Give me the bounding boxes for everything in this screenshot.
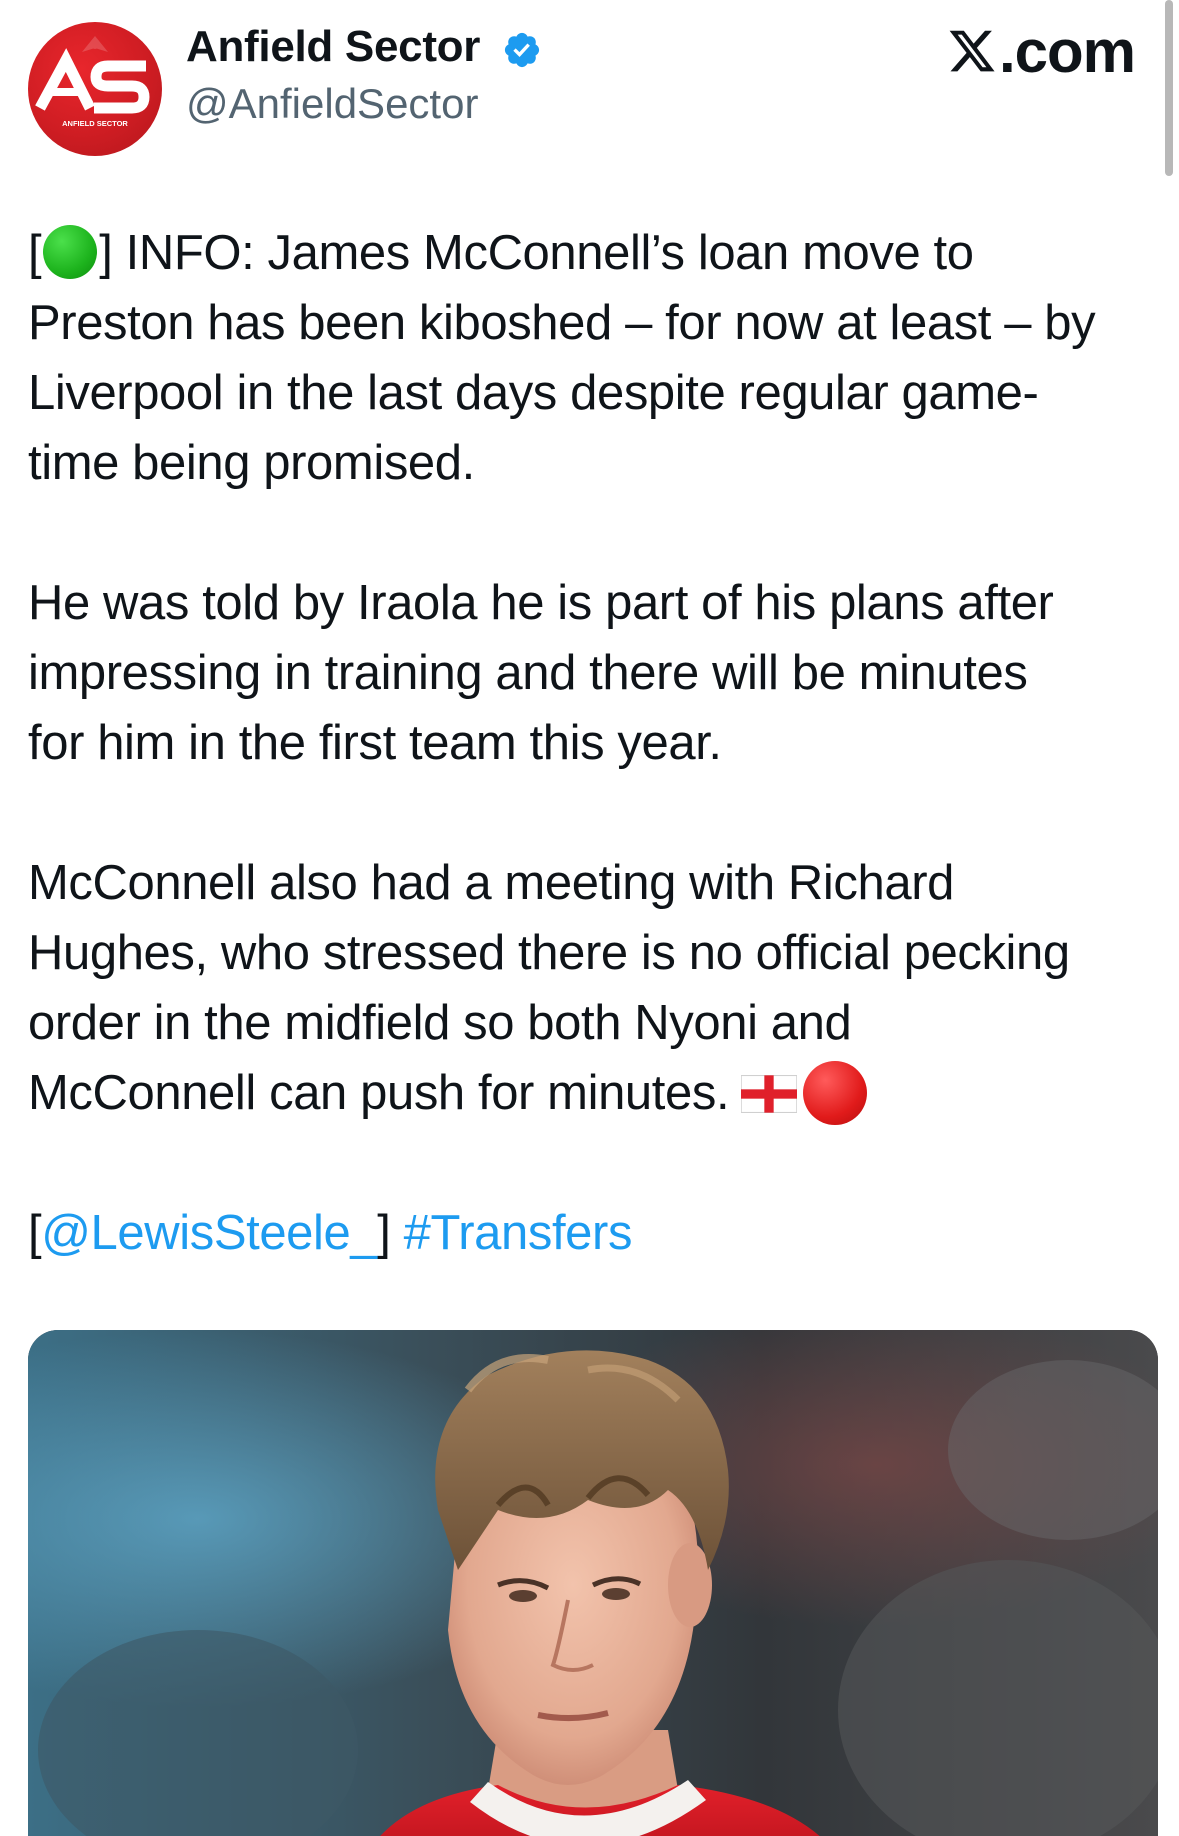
- tweet-paragraph-4: [@LewisSteele_] #Transfers: [28, 1198, 1158, 1268]
- site-label: .com: [998, 17, 1136, 85]
- tweet-line: [] INFO: James McConnell’s loan move to: [28, 225, 974, 280]
- tweet-line: time being promised.: [28, 436, 475, 490]
- tweet-line: Preston has been kiboshed – for now at l…: [28, 296, 1096, 350]
- green-circle-icon: [43, 225, 98, 279]
- england-flag-icon: [741, 1075, 798, 1113]
- tweet-line: for him in the first team this year.: [28, 716, 722, 770]
- tweet-paragraph-2: He was told by Iraola he is part of his …: [28, 568, 1158, 778]
- scrollbar[interactable]: [1165, 0, 1173, 176]
- anfield-sector-logo-icon: ANFIELD SECTOR: [35, 36, 150, 128]
- tweet-line: impressing in training and there will be…: [28, 646, 1028, 700]
- tweet-body: [] INFO: James McConnell’s loan move to …: [28, 218, 1158, 1338]
- verified-badge-icon: [504, 32, 540, 68]
- tweet-line: He was told by Iraola he is part of his …: [28, 576, 1054, 630]
- player-photo: [28, 1330, 1158, 1836]
- tweet-line: Liverpool in the last days despite regul…: [28, 366, 1039, 420]
- avatar[interactable]: ANFIELD SECTOR: [28, 22, 162, 156]
- tweet-line: McConnell also had a meeting with Richar…: [28, 856, 954, 910]
- red-circle-icon: [803, 1061, 868, 1125]
- tweet-header: ANFIELD SECTOR Anfield Sector @AnfieldSe…: [0, 0, 1179, 176]
- tweet-paragraph-1: [] INFO: James McConnell’s loan move to …: [28, 218, 1158, 498]
- x-com-brand[interactable]: .com: [947, 16, 1136, 86]
- tweet-paragraph-3: McConnell also had a meeting with Richar…: [28, 848, 1158, 1128]
- tweet-screenshot: ANFIELD SECTOR Anfield Sector @AnfieldSe…: [0, 0, 1179, 1836]
- tweet-line: order in the midfield so both Nyoni and: [28, 996, 852, 1050]
- hashtag-link[interactable]: #Transfers: [404, 1206, 633, 1260]
- mention-link[interactable]: @LewisSteele_: [41, 1206, 377, 1260]
- user-handle[interactable]: @AnfieldSector: [186, 80, 478, 128]
- tweet-media-image[interactable]: [28, 1330, 1158, 1836]
- svg-text:ANFIELD SECTOR: ANFIELD SECTOR: [62, 119, 128, 128]
- display-name[interactable]: Anfield Sector: [186, 22, 480, 72]
- tweet-line: McConnell can push for minutes.: [28, 1058, 1158, 1128]
- tweet-line: [@LewisSteele_] #Transfers: [28, 1206, 633, 1260]
- x-logo-icon: [949, 30, 995, 72]
- tweet-line: Hughes, who stressed there is no officia…: [28, 926, 1070, 980]
